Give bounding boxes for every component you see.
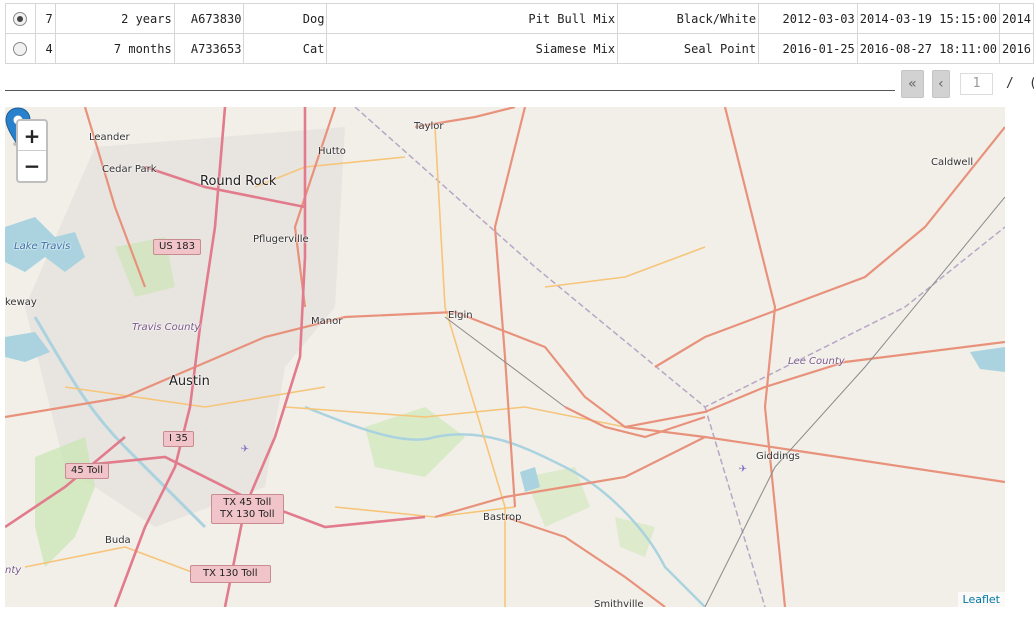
place-label: keway [5,297,37,308]
road-shield: US 183 [153,239,201,255]
table-cell: Siamese Mix [326,33,619,64]
zoom-out-button[interactable]: − [18,151,46,181]
page-separator: / [1006,76,1014,91]
zoom-control: + − [16,119,48,183]
zoom-in-button[interactable]: + [18,121,46,151]
place-label: Elgin [448,310,473,321]
row-select-radio[interactable] [5,33,36,64]
place-label: Hutto [318,146,346,157]
map-tiles: ✈ ✈ [5,107,1005,607]
radio-unselected-icon[interactable] [13,41,28,56]
road-shield: I 35 [163,431,194,447]
table-row[interactable]: 4 7 months A733653 Cat Siamese Mix Seal … [5,33,1034,64]
place-label: Caldwell [931,157,974,168]
table-cell: 2012-03-03 [758,3,858,34]
road-shield: 45 Toll [65,463,109,479]
road-shield: TX 45 Toll TX 130 Toll [211,494,284,524]
table-cell: 4 [34,33,56,64]
road-shield-line: TX 45 Toll [223,497,272,508]
place-label: Bastrop [483,512,522,523]
first-page-button[interactable]: « [901,70,924,98]
road-shield: TX 130 Toll [190,565,271,583]
road-shield-line: TX 130 Toll [220,509,275,520]
airport-icon: ✈ [241,441,249,456]
table-cell: Pit Bull Mix [326,3,619,34]
place-label: Pflugerville [253,234,309,245]
results-table: 7 2 years A673830 Dog Pit Bull Mix Black… [5,3,1034,64]
water-label: Lake Travis [14,241,71,252]
table-cell: 2016-08-27 18:11:00 [856,33,1001,64]
table-cell: Black/White [617,3,760,34]
place-label: Austin [169,374,210,389]
table-cell: Seal Point [617,33,760,64]
leaflet-attribution-link[interactable]: Leaflet [957,592,1005,607]
table-cell: 7 months [54,33,175,64]
table-cell: Cat [243,33,328,64]
table-cell: 2016 [999,33,1034,64]
table-row[interactable]: 7 2 years A673830 Dog Pit Bull Mix Black… [5,3,1034,34]
page-number-input[interactable]: 1 [960,73,993,95]
table-cell: Dog [243,3,328,34]
place-label: Cedar Park [102,164,157,175]
table-cell: A673830 [173,3,245,34]
table-cell: 2014 [999,3,1034,34]
prev-page-button[interactable]: ‹ [932,70,950,98]
place-label: Leander [89,132,130,143]
pager-divider [5,90,895,91]
county-label: nty [5,565,22,576]
leaflet-map[interactable]: ✈ ✈ Leander Cedar Park Round Rock Taylor… [5,107,1005,607]
place-label: Round Rock [200,174,277,189]
total-pages-partial: ( [1029,76,1034,91]
table-cell: 7 [34,3,56,34]
table-cell: 2016-01-25 [758,33,858,64]
place-label: Manor [311,316,343,327]
place-label: Buda [105,535,131,546]
place-label: Giddings [756,451,800,462]
county-label: Lee County [788,356,845,367]
airport-icon: ✈ [739,461,747,476]
radio-selected-icon[interactable] [13,11,28,26]
table-cell: 2 years [54,3,175,34]
place-label: Smithville [594,599,644,607]
row-select-radio[interactable] [5,3,36,34]
county-label: Travis County [132,322,201,333]
table-cell: 2014-03-19 15:15:00 [856,3,1001,34]
place-label: Taylor [414,121,444,132]
table-cell: A733653 [173,33,245,64]
